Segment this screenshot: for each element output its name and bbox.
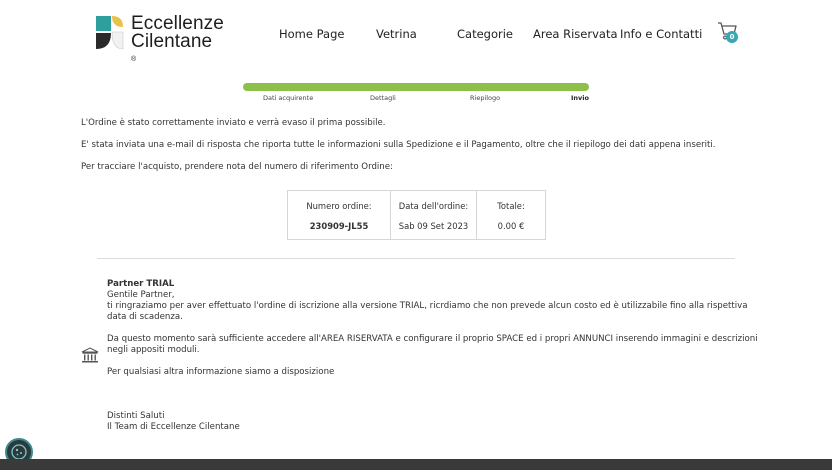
- confirmation-line2: E' stata inviata una e-mail di risposta …: [81, 140, 716, 150]
- partner-p1-line2: data di scadenza.: [107, 312, 183, 322]
- bank-icon: [81, 347, 99, 363]
- order-progress-bar: [243, 83, 589, 91]
- order-number-cell: Numero ordine: 230909-JL55: [288, 191, 391, 239]
- partner-greeting: Gentile Partner,: [107, 290, 175, 300]
- nav-info-contatti[interactable]: Info e Contatti: [620, 27, 702, 41]
- order-total-cell: Totale: 0.00 €: [477, 191, 545, 239]
- order-date-value: Sab 09 Set 2023: [398, 221, 469, 231]
- nav-vetrina[interactable]: Vetrina: [376, 27, 417, 41]
- logo-text: Eccellenze Cilentane ®: [131, 14, 224, 69]
- step-dati-acquirente: Dati acquirente: [263, 94, 314, 102]
- order-number-value: 230909-JL55: [309, 221, 369, 231]
- partner-p2-line1: Da questo momento sarà sufficiente acced…: [107, 334, 758, 344]
- partner-p3: Per qualsiasi altra informazione siamo a…: [107, 367, 335, 377]
- partner-p1-line1: ti ringraziamo per aver effettuato l'ord…: [107, 301, 748, 311]
- step-riepilogo: Riepilogo: [470, 94, 501, 102]
- order-date-cell: Data dell'ordine: Sab 09 Set 2023: [391, 191, 477, 239]
- nav-home-page[interactable]: Home Page: [279, 27, 344, 41]
- logo-reg: ®: [131, 56, 137, 63]
- partner-p2-line2: negli appositi moduli.: [107, 345, 200, 355]
- order-date-label: Data dell'ordine:: [398, 201, 469, 211]
- logo-line2: Cilentane: [131, 31, 213, 52]
- nav-categorie[interactable]: Categorie: [457, 27, 513, 41]
- cart-count-badge: 0: [726, 31, 738, 43]
- nav-area-riservata[interactable]: Area Riservata: [533, 27, 618, 41]
- step-dettagli: Dettagli: [370, 94, 396, 102]
- site-logo[interactable]: Eccellenze Cilentane ®: [94, 14, 224, 63]
- step-invio: Invio: [571, 94, 589, 102]
- logo-mark-icon: [96, 16, 124, 50]
- closing-signature: Il Team di Eccellenze Cilentane: [107, 422, 240, 432]
- order-summary-table: Numero ordine: 230909-JL55 Data dell'ord…: [287, 190, 546, 240]
- closing-greeting: Distinti Saluti: [107, 411, 165, 421]
- partner-title: Partner TRIAL: [107, 279, 175, 289]
- order-total-value: 0.00 €: [497, 221, 525, 231]
- confirmation-line3: Per tracciare l'acquisto, prendere nota …: [81, 162, 393, 172]
- order-number-label: Numero ordine:: [306, 201, 372, 211]
- confirmation-line1: L'Ordine è stato correttamente inviato e…: [81, 118, 386, 128]
- section-divider: [97, 258, 735, 259]
- order-total-label: Totale:: [497, 201, 525, 211]
- footer-bar: [0, 459, 832, 470]
